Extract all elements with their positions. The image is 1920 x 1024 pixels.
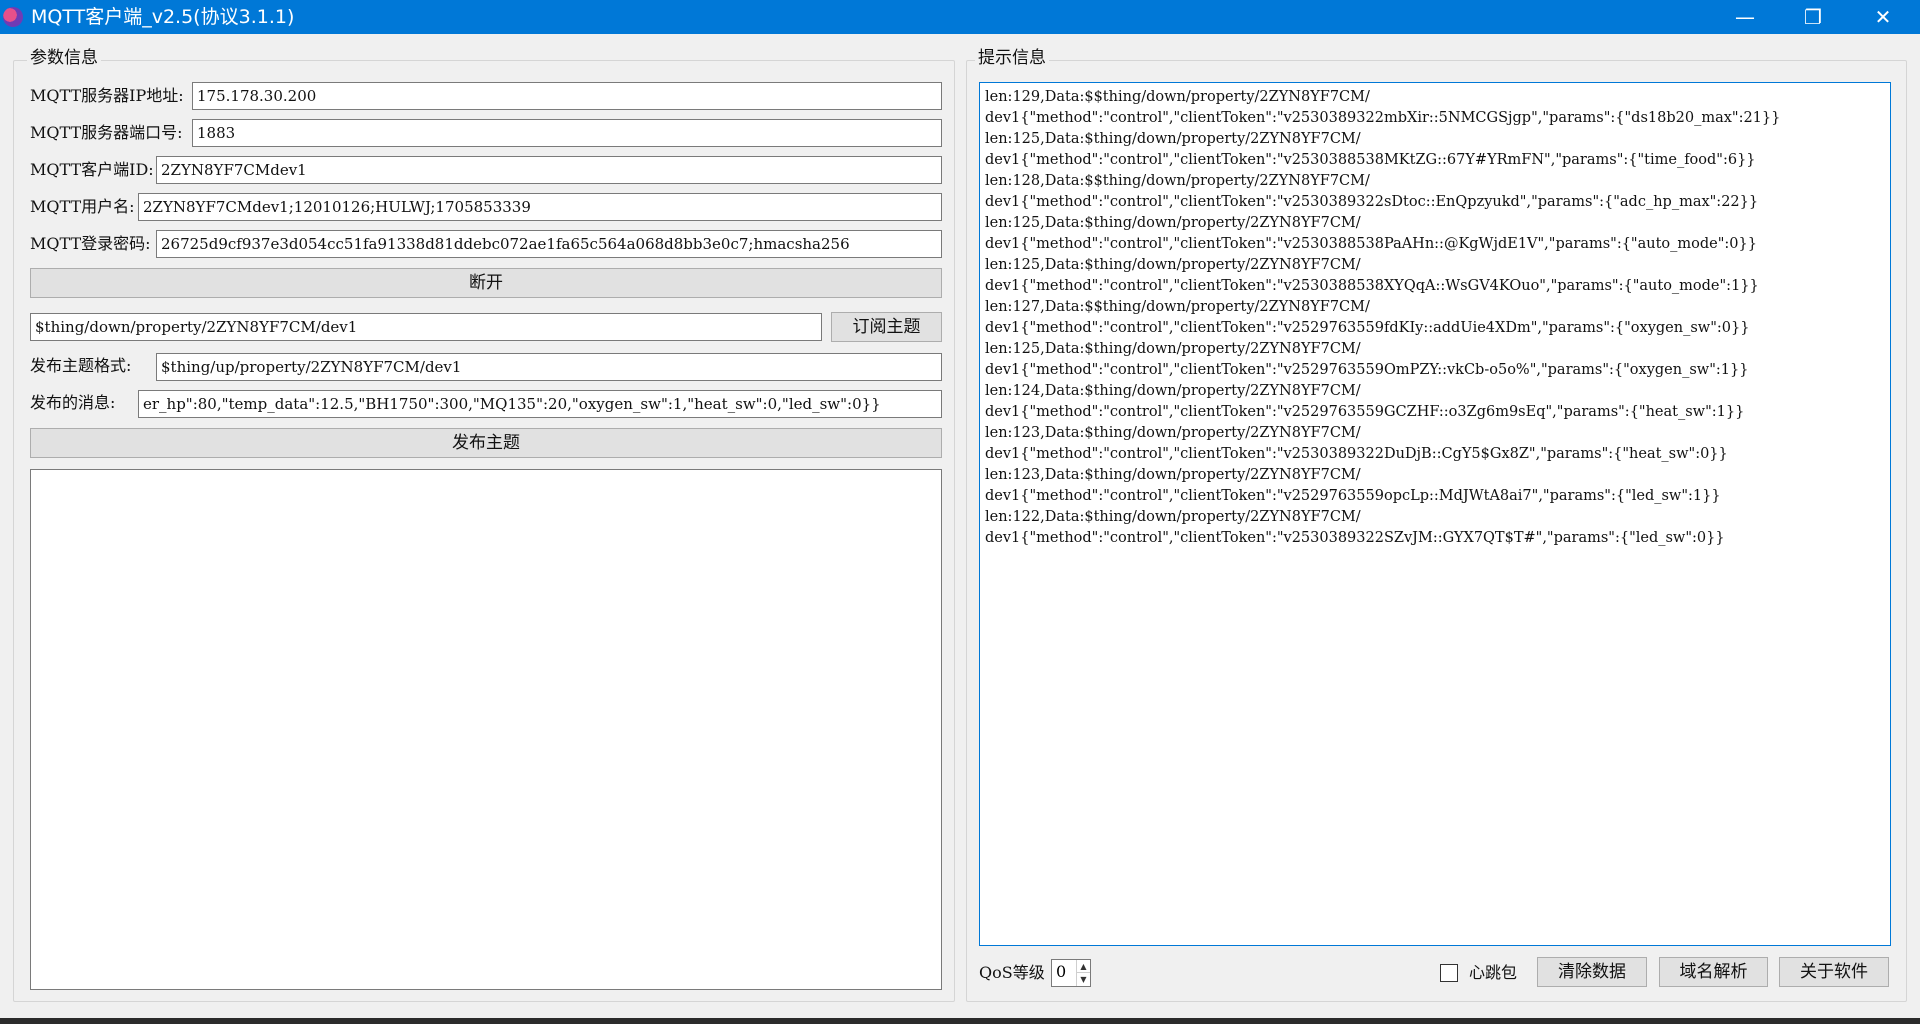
about-button[interactable]: 关于软件 <box>1779 957 1889 987</box>
log-line: dev1{"method":"control","clientToken":"v… <box>985 236 1757 252</box>
heartbeat-checkbox[interactable] <box>1440 964 1458 982</box>
info-group-title: 提示信息 <box>975 47 1049 69</box>
port-input[interactable]: 1883 <box>192 119 942 147</box>
title-bar: MQTT客户端_v2.5(协议3.1.1) — ❐ ✕ <box>0 0 1920 34</box>
log-line: len:125,Data:$thing/down/property/2ZYN8Y… <box>985 257 1361 273</box>
log-line: len:123,Data:$thing/down/property/2ZYN8Y… <box>985 467 1361 483</box>
minimize-button[interactable]: — <box>1710 0 1780 34</box>
publish-message-label: 发布的消息: <box>30 393 116 412</box>
log-line: len:127,Data:$$thing/down/property/2ZYN8… <box>985 299 1370 315</box>
log-line: dev1{"method":"control","clientToken":"v… <box>985 320 1750 336</box>
log-line: dev1{"method":"control","clientToken":"v… <box>985 446 1728 462</box>
publish-topic-input[interactable]: $thing/up/property/2ZYN8YF7CM/dev1 <box>156 353 942 381</box>
params-group-title: 参数信息 <box>27 47 101 69</box>
received-message-area[interactable] <box>30 469 942 990</box>
log-line: dev1{"method":"control","clientToken":"v… <box>985 194 1759 210</box>
port-label: MQTT服务器端口号: <box>30 123 183 142</box>
client-id-input[interactable]: 2ZYN8YF7CMdev1 <box>156 156 942 184</box>
log-line: len:123,Data:$thing/down/property/2ZYN8Y… <box>985 425 1361 441</box>
log-line: dev1{"method":"control","clientToken":"v… <box>985 278 1759 294</box>
disconnect-button[interactable]: 断开 <box>30 268 942 298</box>
password-input[interactable]: 26725d9cf937e3d054cc51fa91338d81ddebc072… <box>156 230 942 258</box>
spin-up-icon[interactable]: ▲ <box>1077 960 1090 973</box>
qos-label: QoS等级 <box>979 963 1045 982</box>
qos-spinbox[interactable]: 0 ▲ ▼ <box>1051 959 1091 987</box>
heartbeat-label: 心跳包 <box>1469 963 1518 982</box>
log-line: dev1{"method":"control","clientToken":"v… <box>985 152 1756 168</box>
taskbar-edge <box>0 1018 1920 1024</box>
log-line: len:125,Data:$thing/down/property/2ZYN8Y… <box>985 131 1361 147</box>
log-line: len:124,Data:$thing/down/property/2ZYN8Y… <box>985 383 1361 399</box>
window-title: MQTT客户端_v2.5(协议3.1.1) <box>31 6 295 28</box>
log-line: len:129,Data:$$thing/down/property/2ZYN8… <box>985 89 1370 105</box>
username-input[interactable]: 2ZYN8YF7CMdev1;12010126;HULWJ;1705853339 <box>138 193 942 221</box>
publish-format-label: 发布主题格式: <box>30 356 132 375</box>
ip-input[interactable]: 175.178.30.200 <box>192 82 942 110</box>
log-line: dev1{"method":"control","clientToken":"v… <box>985 110 1781 126</box>
qos-spin-buttons: ▲ ▼ <box>1076 960 1090 986</box>
publish-message-input[interactable]: er_hp":80,"temp_data":12.5,"BH1750":300,… <box>138 390 942 418</box>
clear-data-button[interactable]: 清除数据 <box>1537 957 1647 987</box>
log-line: dev1{"method":"control","clientToken":"v… <box>985 530 1725 546</box>
log-line: len:128,Data:$$thing/down/property/2ZYN8… <box>985 173 1370 189</box>
maximize-button[interactable]: ❐ <box>1778 0 1848 34</box>
username-label: MQTT用户名: <box>30 197 135 216</box>
dns-resolve-button[interactable]: 域名解析 <box>1659 957 1768 987</box>
log-line: dev1{"method":"control","clientToken":"v… <box>985 362 1749 378</box>
close-button[interactable]: ✕ <box>1848 0 1918 34</box>
client-id-label: MQTT客户端ID: <box>30 160 154 179</box>
log-output-area[interactable]: len:129,Data:$$thing/down/property/2ZYN8… <box>979 82 1891 946</box>
app-logo-icon <box>3 7 23 27</box>
subscribe-topic-input[interactable]: $thing/down/property/2ZYN8YF7CM/dev1 <box>30 313 822 341</box>
log-line: len:122,Data:$thing/down/property/2ZYN8Y… <box>985 509 1361 525</box>
log-line: len:125,Data:$thing/down/property/2ZYN8Y… <box>985 341 1361 357</box>
subscribe-button[interactable]: 订阅主题 <box>831 312 942 342</box>
publish-button[interactable]: 发布主题 <box>30 428 942 458</box>
spin-down-icon[interactable]: ▼ <box>1077 973 1090 986</box>
password-label: MQTT登录密码: <box>30 234 151 253</box>
log-line: dev1{"method":"control","clientToken":"v… <box>985 488 1721 504</box>
ip-label: MQTT服务器IP地址: <box>30 86 184 105</box>
log-line: len:125,Data:$thing/down/property/2ZYN8Y… <box>985 215 1361 231</box>
qos-value: 0 <box>1056 962 1067 981</box>
log-line: dev1{"method":"control","clientToken":"v… <box>985 404 1745 420</box>
